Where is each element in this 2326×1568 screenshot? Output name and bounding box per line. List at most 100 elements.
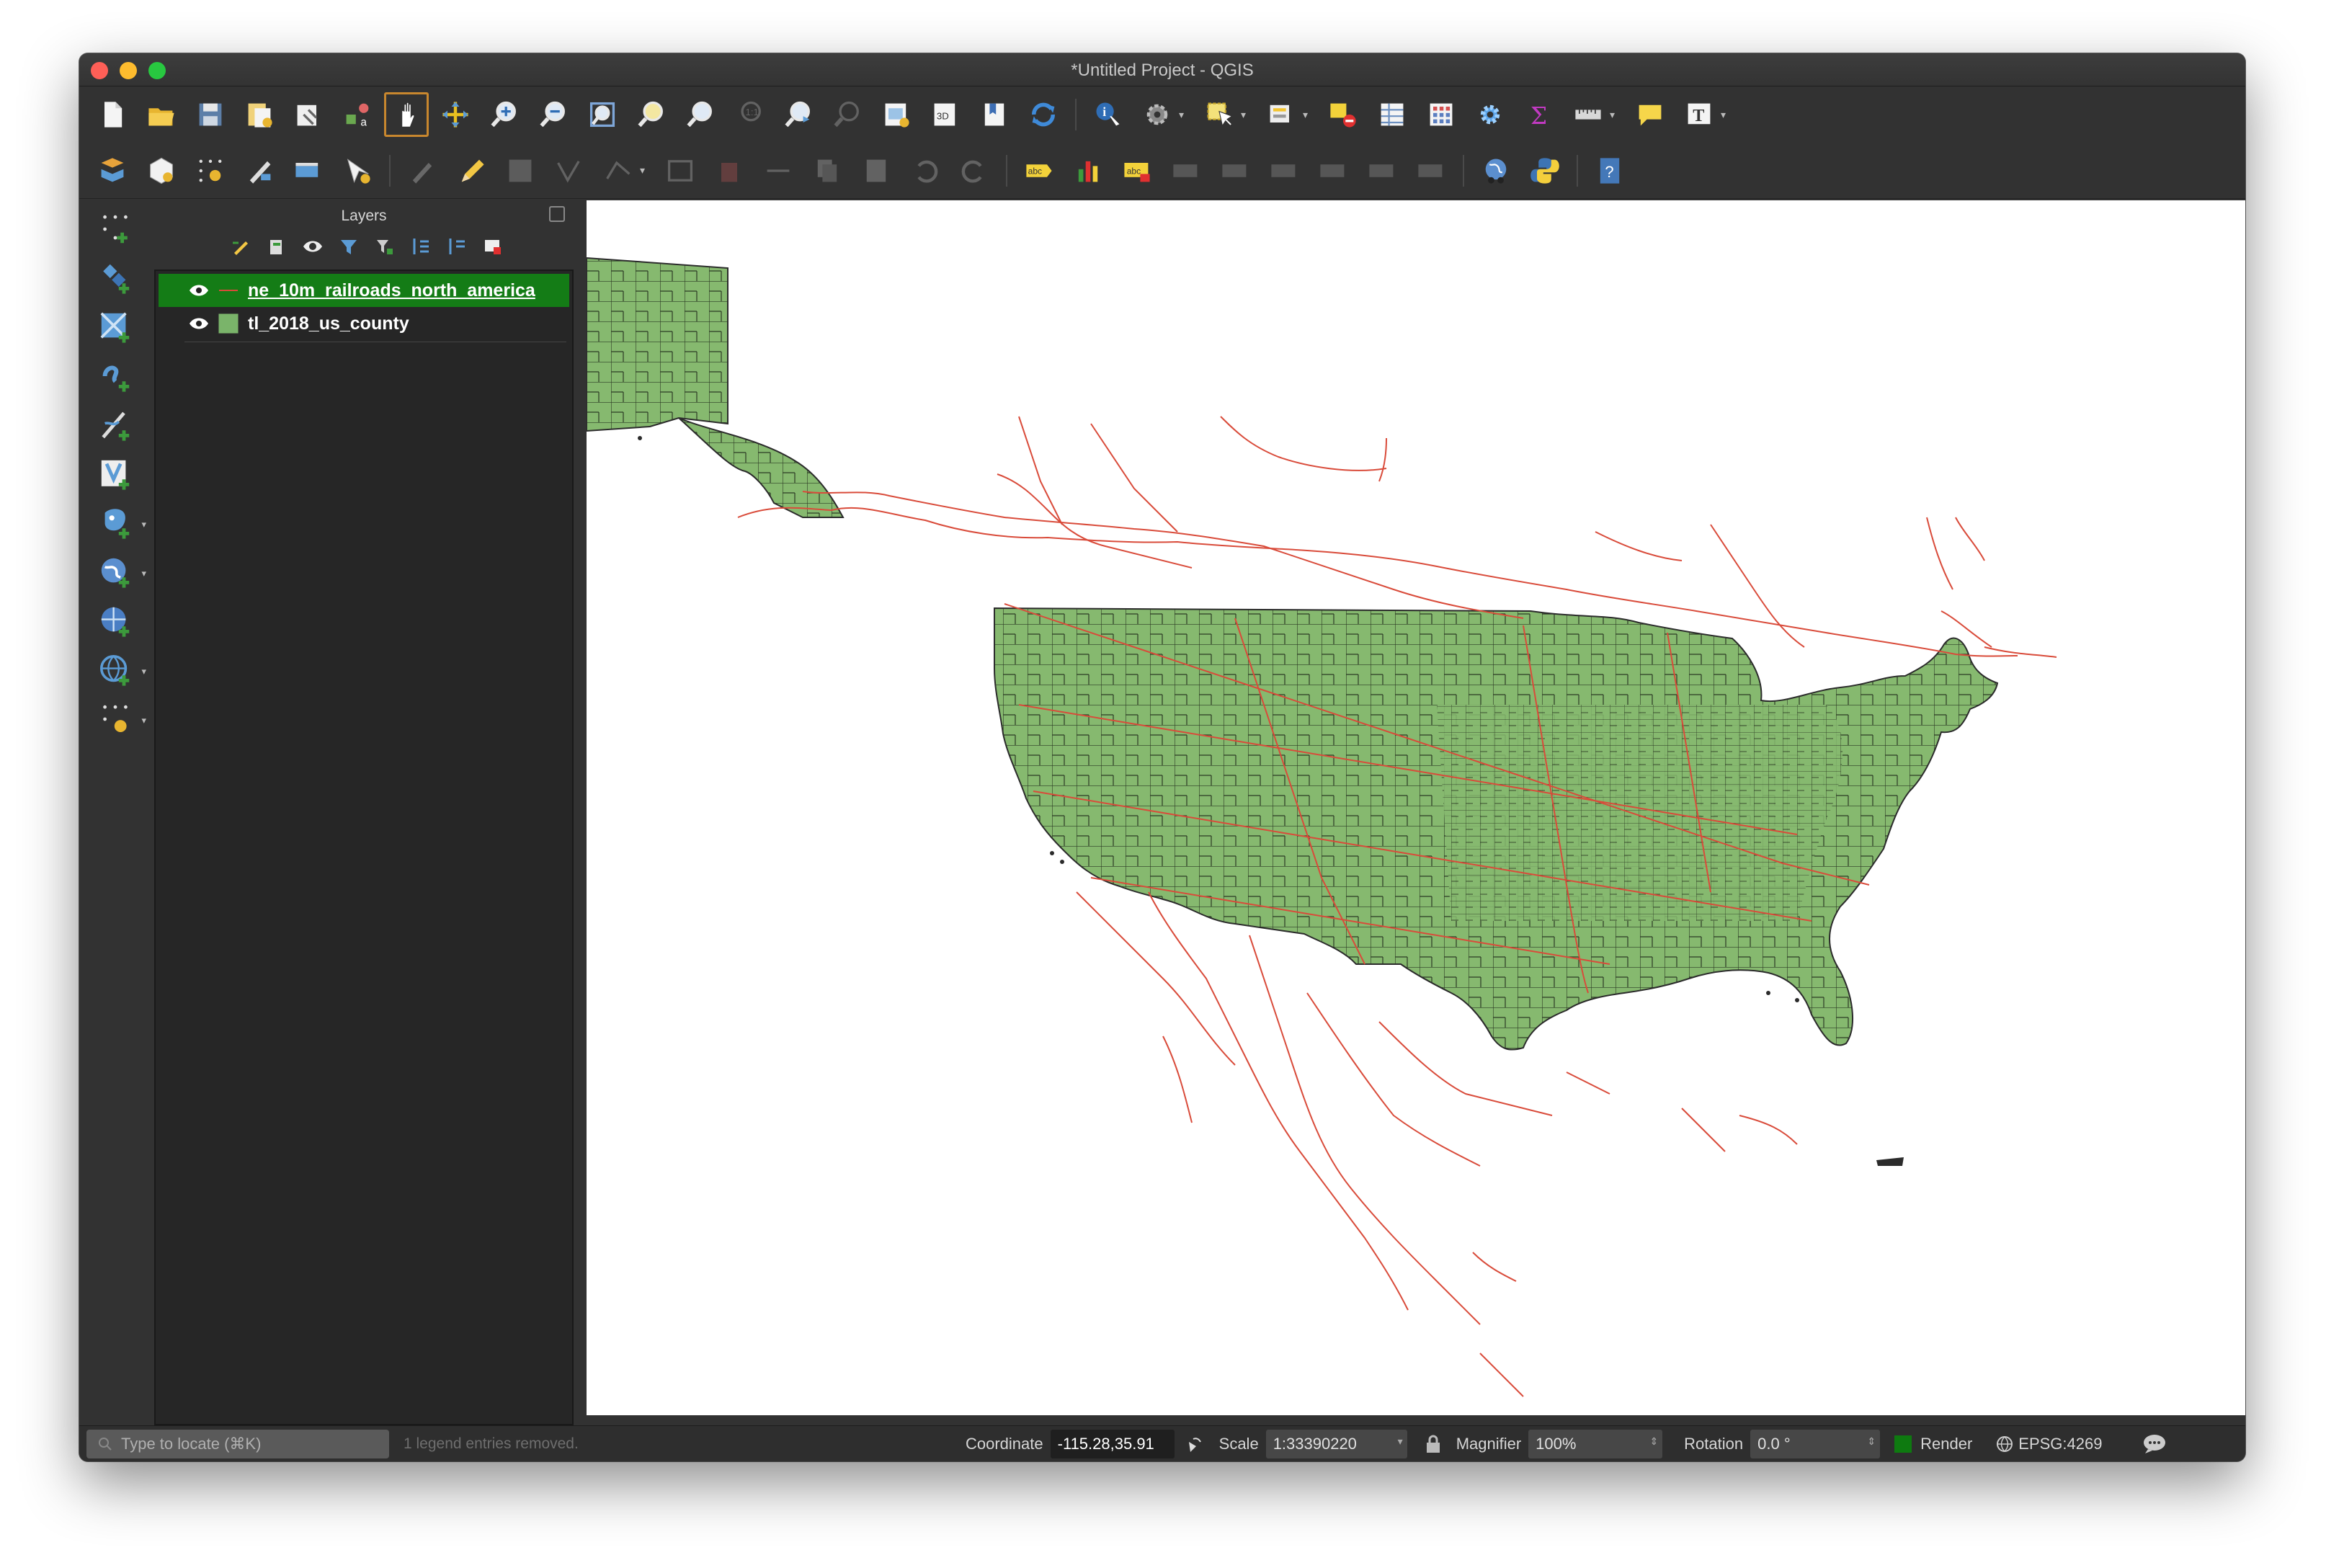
data-source-manager-icon[interactable] bbox=[89, 148, 135, 194]
add-feature-icon[interactable] bbox=[546, 148, 592, 194]
zoom-last-icon[interactable] bbox=[775, 92, 821, 138]
open-styling-panel-icon[interactable] bbox=[226, 232, 255, 261]
locator-search[interactable]: Type to locate (⌘K) bbox=[86, 1429, 389, 1458]
new-geopackage-layer-icon[interactable] bbox=[138, 148, 184, 194]
help-icon[interactable]: ? bbox=[1587, 148, 1633, 194]
add-virtual-layer-icon[interactable] bbox=[90, 451, 141, 497]
new-map-view-icon[interactable] bbox=[873, 92, 919, 138]
cut-features-icon[interactable] bbox=[755, 148, 801, 194]
select-dropdown-icon[interactable]: ▾ bbox=[1241, 109, 1251, 121]
select-by-value-dropdown-icon[interactable]: ▾ bbox=[1303, 109, 1313, 121]
new-temporary-layer-icon[interactable] bbox=[187, 148, 233, 194]
add-spatialite-icon[interactable] bbox=[90, 402, 141, 448]
zoom-in-icon[interactable] bbox=[481, 92, 527, 138]
change-label-icon[interactable] bbox=[1359, 148, 1405, 194]
delete-selected-icon[interactable] bbox=[706, 148, 752, 194]
save-edits-icon[interactable] bbox=[497, 148, 543, 194]
add-group-icon[interactable] bbox=[262, 232, 291, 261]
panel-float-button[interactable] bbox=[549, 206, 565, 222]
add-raster-layer-icon[interactable] bbox=[90, 304, 141, 350]
manage-visibility-icon[interactable] bbox=[298, 232, 327, 261]
visibility-eye-icon[interactable] bbox=[186, 317, 212, 330]
measure-icon[interactable] bbox=[1565, 92, 1611, 138]
new-bookmark-icon[interactable] bbox=[971, 92, 1017, 138]
save-project-icon[interactable] bbox=[187, 92, 233, 138]
new-shapefile-icon[interactable] bbox=[285, 148, 331, 194]
scale-dropdown-icon[interactable]: ▾ bbox=[1398, 1435, 1403, 1448]
refresh-icon[interactable] bbox=[1020, 92, 1066, 138]
zoom-next-icon[interactable] bbox=[824, 92, 870, 138]
visibility-eye-icon[interactable] bbox=[186, 284, 212, 297]
zoom-to-selection-icon[interactable] bbox=[628, 92, 674, 138]
open-project-icon[interactable] bbox=[138, 92, 184, 138]
globe-icon[interactable] bbox=[1473, 148, 1519, 194]
new-3d-view-icon[interactable]: 3D bbox=[922, 92, 968, 138]
diagram-tool-icon[interactable] bbox=[1065, 148, 1111, 194]
label-tool-icon[interactable]: abc bbox=[1016, 148, 1062, 194]
zoom-to-layer-icon[interactable] bbox=[677, 92, 723, 138]
toggle-editing-icon[interactable] bbox=[448, 148, 494, 194]
add-vector-layer-icon[interactable] bbox=[90, 255, 141, 301]
add-wms-icon[interactable]: ▾ bbox=[90, 549, 146, 595]
measure-dropdown-icon[interactable]: ▾ bbox=[1610, 109, 1620, 121]
rotation-field[interactable]: 0.0 ° ⇕ bbox=[1750, 1429, 1881, 1458]
layer-row-railroads[interactable]: ne_10m_railroads_north_america bbox=[159, 274, 569, 307]
magnifier-stepper-icon[interactable]: ⇕ bbox=[1649, 1435, 1658, 1448]
zoom-full-icon[interactable] bbox=[579, 92, 625, 138]
crs-globe-icon[interactable] bbox=[1995, 1435, 2014, 1453]
add-delimited-text-icon[interactable] bbox=[90, 206, 141, 252]
new-print-layout-icon[interactable] bbox=[236, 92, 282, 138]
collapse-all-icon[interactable] bbox=[442, 232, 471, 261]
add-wcs-icon[interactable] bbox=[90, 598, 141, 644]
text-annotation-icon[interactable]: T bbox=[1676, 92, 1722, 138]
add-mesh-layer-icon[interactable] bbox=[90, 353, 141, 399]
attribute-table-icon[interactable] bbox=[1369, 92, 1415, 138]
remove-layer-icon[interactable] bbox=[478, 232, 507, 261]
lock-scale-icon[interactable] bbox=[1425, 1434, 1442, 1454]
vertex-tool-dropdown-icon[interactable]: ▾ bbox=[640, 164, 650, 177]
copy-features-icon[interactable] bbox=[804, 148, 850, 194]
zoom-out-icon[interactable] bbox=[530, 92, 576, 138]
crs-label[interactable]: EPSG:4269 bbox=[2018, 1435, 2102, 1453]
magnifier-field[interactable]: 100% ⇕ bbox=[1528, 1429, 1663, 1458]
messages-icon[interactable] bbox=[2142, 1433, 2167, 1455]
map-rendering[interactable] bbox=[587, 200, 2245, 1415]
move-label-icon[interactable] bbox=[1261, 148, 1307, 194]
render-checkbox[interactable] bbox=[1894, 1435, 1912, 1453]
identify-icon[interactable]: i bbox=[1085, 92, 1131, 138]
map-canvas[interactable] bbox=[587, 200, 2245, 1415]
undo-icon[interactable] bbox=[902, 148, 948, 194]
vertex-tool-icon[interactable] bbox=[595, 148, 641, 194]
pan-map-icon[interactable] bbox=[383, 92, 429, 138]
zoom-native-icon[interactable]: 1:1 bbox=[726, 92, 772, 138]
actions-icon[interactable] bbox=[1134, 92, 1180, 138]
digitize-icon[interactable] bbox=[236, 148, 282, 194]
show-hide-labels-icon[interactable] bbox=[1212, 148, 1258, 194]
current-edits-icon[interactable] bbox=[399, 148, 445, 194]
redo-icon[interactable] bbox=[951, 148, 997, 194]
add-wfs-icon[interactable]: ▾ bbox=[90, 647, 146, 693]
filter-by-expression-icon[interactable] bbox=[370, 232, 399, 261]
annotation-dropdown-icon[interactable]: ▾ bbox=[1721, 109, 1731, 121]
new-spatialite-icon[interactable] bbox=[334, 148, 380, 194]
statistics-icon[interactable]: Σ bbox=[1516, 92, 1562, 138]
label-properties-icon[interactable] bbox=[1408, 148, 1454, 194]
field-calculator-icon[interactable] bbox=[1418, 92, 1464, 138]
modify-attributes-icon[interactable] bbox=[657, 148, 703, 194]
processing-toolbox-icon[interactable] bbox=[1467, 92, 1513, 138]
scale-field[interactable]: 1:33390220 ▾ bbox=[1265, 1429, 1407, 1458]
rotation-stepper-icon[interactable]: ⇕ bbox=[1867, 1435, 1876, 1448]
expand-all-icon[interactable] bbox=[406, 232, 435, 261]
add-postgis-icon[interactable]: ▾ bbox=[90, 500, 146, 546]
python-console-icon[interactable] bbox=[1522, 148, 1568, 194]
paste-features-icon[interactable] bbox=[853, 148, 899, 194]
label-options-icon[interactable]: abc bbox=[1114, 148, 1160, 194]
select-features-icon[interactable] bbox=[1196, 92, 1242, 138]
coordinate-field[interactable]: -115.28,35.91 bbox=[1050, 1429, 1175, 1458]
actions-dropdown-icon[interactable]: ▾ bbox=[1179, 109, 1189, 121]
layout-manager-icon[interactable] bbox=[285, 92, 331, 138]
deselect-icon[interactable] bbox=[1320, 92, 1366, 138]
style-manager-icon[interactable]: a bbox=[334, 92, 380, 138]
pan-to-selection-icon[interactable] bbox=[432, 92, 478, 138]
add-delimited-layer-icon[interactable]: ▾ bbox=[90, 696, 146, 742]
